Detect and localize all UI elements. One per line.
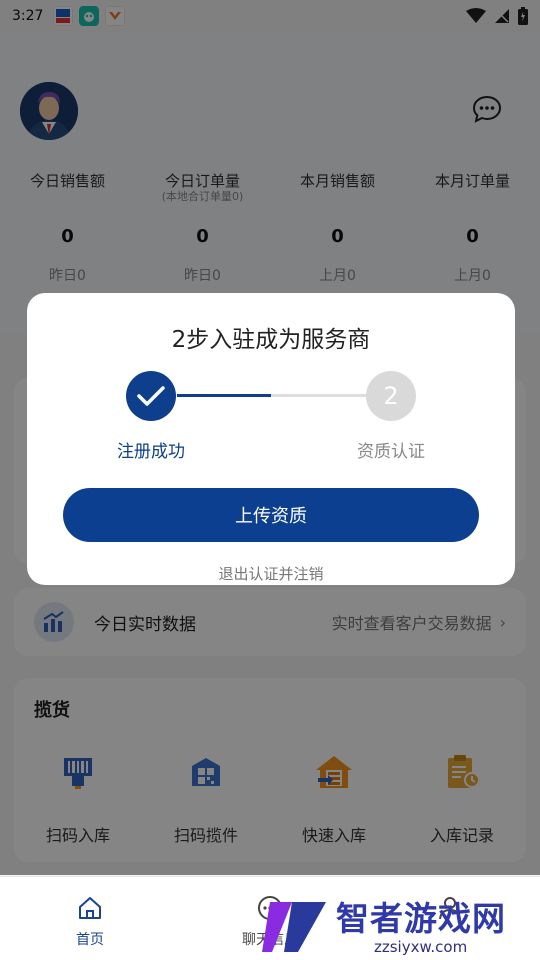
watermark-url: zzsiyxw.com [374,938,468,956]
nav-label: 首页 [76,932,104,948]
step-1-complete [126,371,176,421]
step-remaining-line [271,394,367,397]
dialog-title: 2步入驻成为服务商 [171,327,371,353]
step-progress-line [177,394,271,397]
site-watermark: 智者游戏网 zzsiyxw.com [262,890,540,960]
home-icon [79,897,101,919]
watermark-logo-icon [262,902,326,952]
nav-home[interactable]: 首页 [0,877,180,960]
onboarding-dialog: 2步入驻成为服务商 2 注册成功 资质认证 上传资质 退出认证并注销 [27,293,515,585]
checkmark-icon [137,386,165,406]
step-2-indicator: 2 [366,371,416,421]
step-2-label: 资质认证 [357,442,425,462]
step-1-label: 注册成功 [117,442,185,462]
watermark-text: 智者游戏网 [336,899,506,938]
upload-qualification-button[interactable]: 上传资质 [63,488,479,542]
exit-and-deregister-link[interactable]: 退出认证并注销 [27,563,515,584]
